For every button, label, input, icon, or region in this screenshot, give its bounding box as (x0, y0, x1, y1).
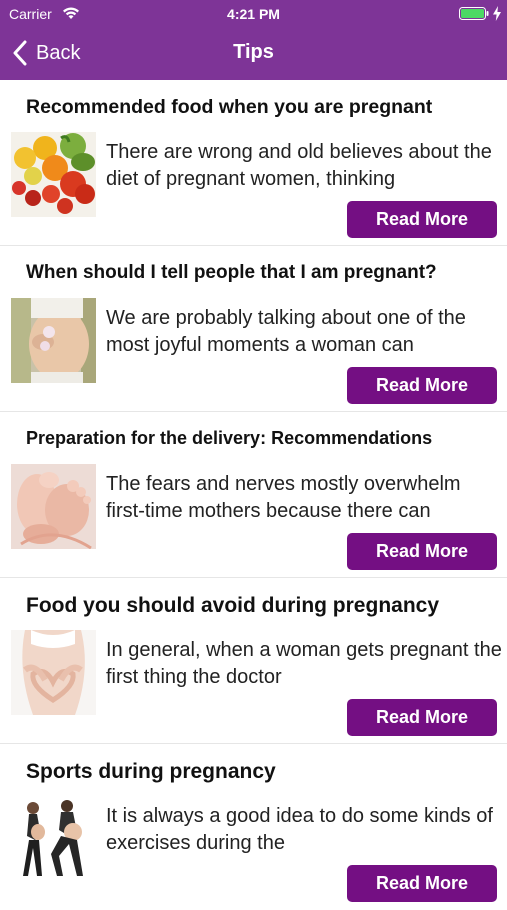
tip-card: Preparation for the delivery: Recommenda… (0, 412, 507, 578)
status-time: 4:21 PM (227, 6, 280, 22)
tip-excerpt: We are probably talking about one of the… (106, 307, 466, 356)
tip-excerpt: There are wrong and old believes about t… (106, 141, 492, 190)
baby-feet-photo[interactable] (11, 464, 96, 549)
pregnant-belly-photo[interactable] (11, 298, 96, 383)
tip-title[interactable]: Preparation for the delivery: Recommenda… (26, 428, 496, 449)
tip-title[interactable]: Sports during pregnancy (26, 760, 496, 784)
page-title: Tips (233, 41, 274, 63)
tips-list: Recommended food when you are pregnant T… (0, 80, 507, 910)
tip-card: Sports during pregnancy It is always a g… (0, 744, 507, 910)
tip-card: When should I tell people that I am preg… (0, 246, 507, 412)
tip-title[interactable]: When should I tell people that I am preg… (26, 262, 496, 284)
tip-card: Recommended food when you are pregnant T… (0, 80, 507, 246)
read-more-button[interactable]: Read More (347, 865, 497, 902)
app-header: Carrier 4:21 PM Back Tips (0, 0, 507, 80)
heart-hands-belly-photo[interactable] (11, 630, 96, 715)
read-more-button[interactable]: Read More (347, 533, 497, 570)
tip-card: Food you should avoid during pregnancy I… (0, 578, 507, 744)
tip-title[interactable]: Food you should avoid during pregnancy (26, 594, 496, 618)
battery-icon (459, 7, 489, 20)
fruits-vegetables-photo[interactable] (11, 132, 96, 217)
status-bar: Carrier 4:21 PM (0, 0, 507, 28)
read-more-button[interactable]: Read More (347, 699, 497, 736)
charging-bolt-icon (493, 6, 501, 21)
tip-excerpt: The fears and nerves mostly overwhelm fi… (106, 473, 461, 522)
navigation-bar: Back Tips (0, 28, 507, 80)
tip-excerpt: In general, when a woman gets pregnant t… (106, 639, 502, 688)
tip-excerpt: It is always a good idea to do some kind… (106, 805, 493, 854)
read-more-button[interactable]: Read More (347, 367, 497, 404)
read-more-button[interactable]: Read More (347, 201, 497, 238)
tip-title[interactable]: Recommended food when you are pregnant (26, 96, 496, 119)
pregnant-exercise-photo[interactable] (11, 796, 96, 881)
